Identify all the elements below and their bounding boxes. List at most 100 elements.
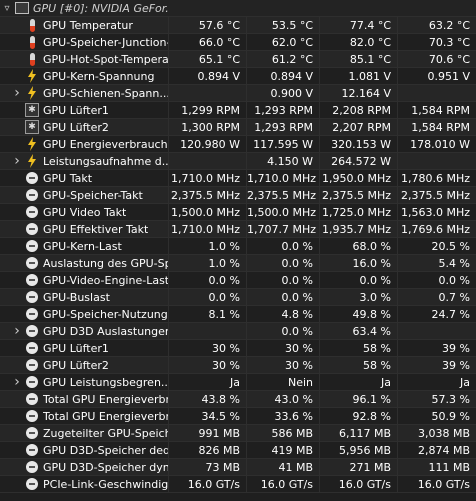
sensor-name-cell: GPU Takt xyxy=(0,170,168,187)
clock-icon xyxy=(24,306,40,322)
average-value: 50.9 % xyxy=(397,407,476,425)
sensor-name-cell: › GPU Leistungsbegren... xyxy=(0,374,168,391)
sensor-row[interactable]: GPU D3D-Speicher dyna...73 MB41 MB271 MB… xyxy=(0,458,476,476)
sensor-row[interactable]: GPU D3D-Speicher dedizi...826 MB419 MB5,… xyxy=(0,441,476,459)
gpu-group-label: GPU [#0]: NVIDIA GeFor... xyxy=(33,1,168,15)
average-value: 178.010 W xyxy=(397,135,476,153)
sensor-name-cell: GPU Temperatur xyxy=(0,17,168,34)
current-value xyxy=(168,84,246,102)
average-value: 5.4 % xyxy=(397,254,476,272)
sensor-row[interactable]: GPU-Speicher-Nutzung 8.1 % 4.8 % 49.8 % 24.7… xyxy=(0,305,476,323)
sensor-row[interactable]: GPU Effektiver Takt 1,710.0 MHz 1,707.7 MH… xyxy=(0,220,476,238)
sensor-name-cell: GPU-Video-Engine-Last xyxy=(0,272,168,289)
clock-icon xyxy=(24,272,40,288)
sensor-row[interactable]: › Leistungsaufnahme d... 4.150 W 264.572 W xyxy=(0,152,476,170)
clock-icon xyxy=(24,425,40,441)
current-value: 991 MB xyxy=(168,424,246,442)
min-value: 30 % xyxy=(246,356,319,374)
sensor-name-cell: GPU Lüfter2 xyxy=(0,357,168,374)
average-value: 0.951 V xyxy=(397,67,476,85)
sensor-label: GPU Lüfter2 xyxy=(43,120,109,134)
gpu-group-header[interactable]: ▿ GPU [#0]: NVIDIA GeFor... xyxy=(0,0,476,17)
average-value: Ja xyxy=(397,373,476,391)
current-value: 120.980 W xyxy=(168,135,246,153)
sensor-row[interactable]: GPU Takt 1,710.0 MHz 1,710.0 MHz 1,950.0 MH… xyxy=(0,169,476,187)
current-value: 1.0 % xyxy=(168,254,246,272)
sensor-row[interactable]: Total GPU Energieverbra...34.5 %33.6 %92… xyxy=(0,407,476,425)
sensor-name-cell: › Leistungsaufnahme d... xyxy=(0,153,168,170)
sensor-label: Leistungsaufnahme d... xyxy=(43,154,168,168)
min-value: 62.0 °C xyxy=(246,33,319,51)
lightning-icon xyxy=(24,85,40,101)
sensor-label: GPU-Hot-Spot-Temperatur xyxy=(43,52,168,66)
current-value: 0.894 V xyxy=(168,67,246,85)
clock-icon xyxy=(24,391,40,407)
sensor-row[interactable]: GPU-Kern-Last 1.0 % 0.0 % 68.0 % 20.5 % xyxy=(0,237,476,255)
current-value: 0.0 % xyxy=(168,271,246,289)
sensor-row[interactable]: ✱ GPU Lüfter2 1,300 RPM 1,293 RPM 2,207 RPM 1… xyxy=(0,118,476,136)
sensor-row[interactable]: PCIe-Link-Geschwindigkeit16.0 GT/s16.0 G… xyxy=(0,475,476,493)
sensor-row[interactable]: GPU Temperatur 57.6 °C 53.5 °C 77.4 °C 63.2 … xyxy=(0,16,476,34)
collapse-chevron-icon[interactable]: ▿ xyxy=(0,0,14,17)
max-value: 58 % xyxy=(319,356,397,374)
current-value: 1,299 RPM xyxy=(168,101,246,119)
max-value: 68.0 % xyxy=(319,237,397,255)
expand-chevron-icon[interactable]: › xyxy=(10,153,24,170)
clock-icon xyxy=(24,459,40,475)
sensor-row[interactable]: GPU Lüfter2 30 % 30 % 58 % 39 % xyxy=(0,356,476,374)
average-value xyxy=(397,84,476,102)
sensor-row[interactable]: GPU-Buslast 0.0 % 0.0 % 3.0 % 0.7 % xyxy=(0,288,476,306)
min-value: 0.0 % xyxy=(246,288,319,306)
sensor-name-cell: GPU Video Takt xyxy=(0,204,168,221)
sensor-row[interactable]: GPU-Video-Engine-Last 0.0 % 0.0 % 0.0 % 0.0 … xyxy=(0,271,476,289)
sensor-row[interactable]: Zugeteilter GPU-Speicher991 MB586 MB6,11… xyxy=(0,424,476,442)
clock-icon xyxy=(24,170,40,186)
max-value: 58 % xyxy=(319,339,397,357)
expand-chevron-icon[interactable]: › xyxy=(10,374,24,391)
max-value: 1,950.0 MHz xyxy=(319,169,397,187)
expand-chevron-icon[interactable]: › xyxy=(10,85,24,102)
sensor-row[interactable]: › GPU D3D Auslastungen 0.0 % 63.4 % xyxy=(0,322,476,340)
clock-icon xyxy=(24,476,40,492)
average-value: 63.2 °C xyxy=(397,16,476,34)
sensor-row[interactable]: GPU-Speicher-Takt 2,375.5 MHz 2,375.5 MHz 2… xyxy=(0,186,476,204)
sensor-label: GPU-Buslast xyxy=(43,290,110,304)
gpu-group-name-cell: ▿ GPU [#0]: NVIDIA GeFor... xyxy=(0,0,168,17)
sensor-row[interactable]: Auslastung des GPU-Spe...1.0 %0.0 %16.0 … xyxy=(0,254,476,272)
sensor-row[interactable]: GPU-Speicher-Junction-T...66.0 °C62.0 °C… xyxy=(0,33,476,51)
average-value: 70.6 °C xyxy=(397,50,476,68)
average-value: 3,038 MB xyxy=(397,424,476,442)
sensor-name-cell: GPU-Buslast xyxy=(0,289,168,306)
fan-icon: ✱ xyxy=(24,102,40,118)
average-value: 1,584 RPM xyxy=(397,118,476,136)
current-value: 34.5 % xyxy=(168,407,246,425)
average-value: 1,780.6 MHz xyxy=(397,169,476,187)
sensor-name-cell: Total GPU Energieverbra... xyxy=(0,391,168,408)
sensor-row[interactable]: GPU-Kern-Spannung 0.894 V 0.894 V 1.081 V 0.… xyxy=(0,67,476,85)
sensor-row[interactable]: › GPU Leistungsbegren... Ja Nein Ja Ja xyxy=(0,373,476,391)
current-value: 43.8 % xyxy=(168,390,246,408)
sensor-name-cell: GPU Effektiver Takt xyxy=(0,221,168,238)
sensor-row[interactable]: GPU-Hot-Spot-Temperatur65.1 °C61.2 °C85.… xyxy=(0,50,476,68)
sensor-row[interactable]: GPU Video Takt 1,500.0 MHz 1,500.0 MHz 1,72… xyxy=(0,203,476,221)
sensor-row[interactable]: ✱ GPU Lüfter1 1,299 RPM 1,293 RPM 2,208 RPM 1… xyxy=(0,101,476,119)
current-value: 30 % xyxy=(168,339,246,357)
sensor-label: GPU-Speicher-Nutzung xyxy=(43,307,168,321)
clock-icon xyxy=(24,187,40,203)
sensor-label: GPU-Speicher-Junction-T... xyxy=(43,35,168,49)
current-value: 73 MB xyxy=(168,458,246,476)
min-value: 4.150 W xyxy=(246,152,319,170)
sensor-row[interactable]: › GPU-Schienen-Spann... 0.900 V 12.164 V xyxy=(0,84,476,102)
sensor-row[interactable]: Total GPU Energieverbra...43.8 %43.0 %96… xyxy=(0,390,476,408)
max-value: 2,208 RPM xyxy=(319,101,397,119)
average-value: 39 % xyxy=(397,339,476,357)
max-value: 1.081 V xyxy=(319,67,397,85)
current-value: 2,375.5 MHz xyxy=(168,186,246,204)
sensor-row[interactable]: GPU Lüfter1 30 % 30 % 58 % 39 % xyxy=(0,339,476,357)
sensor-name-cell: ✱ GPU Lüfter1 xyxy=(0,102,168,119)
sensor-grid: ▿ GPU [#0]: NVIDIA GeFor... GPU Temperat… xyxy=(0,0,476,501)
sensor-row[interactable]: GPU Energieverbrauch 120.980 W 117.595 W 32… xyxy=(0,135,476,153)
expand-chevron-icon[interactable]: › xyxy=(10,323,24,340)
max-value: 0.0 % xyxy=(319,271,397,289)
max-value: 320.153 W xyxy=(319,135,397,153)
